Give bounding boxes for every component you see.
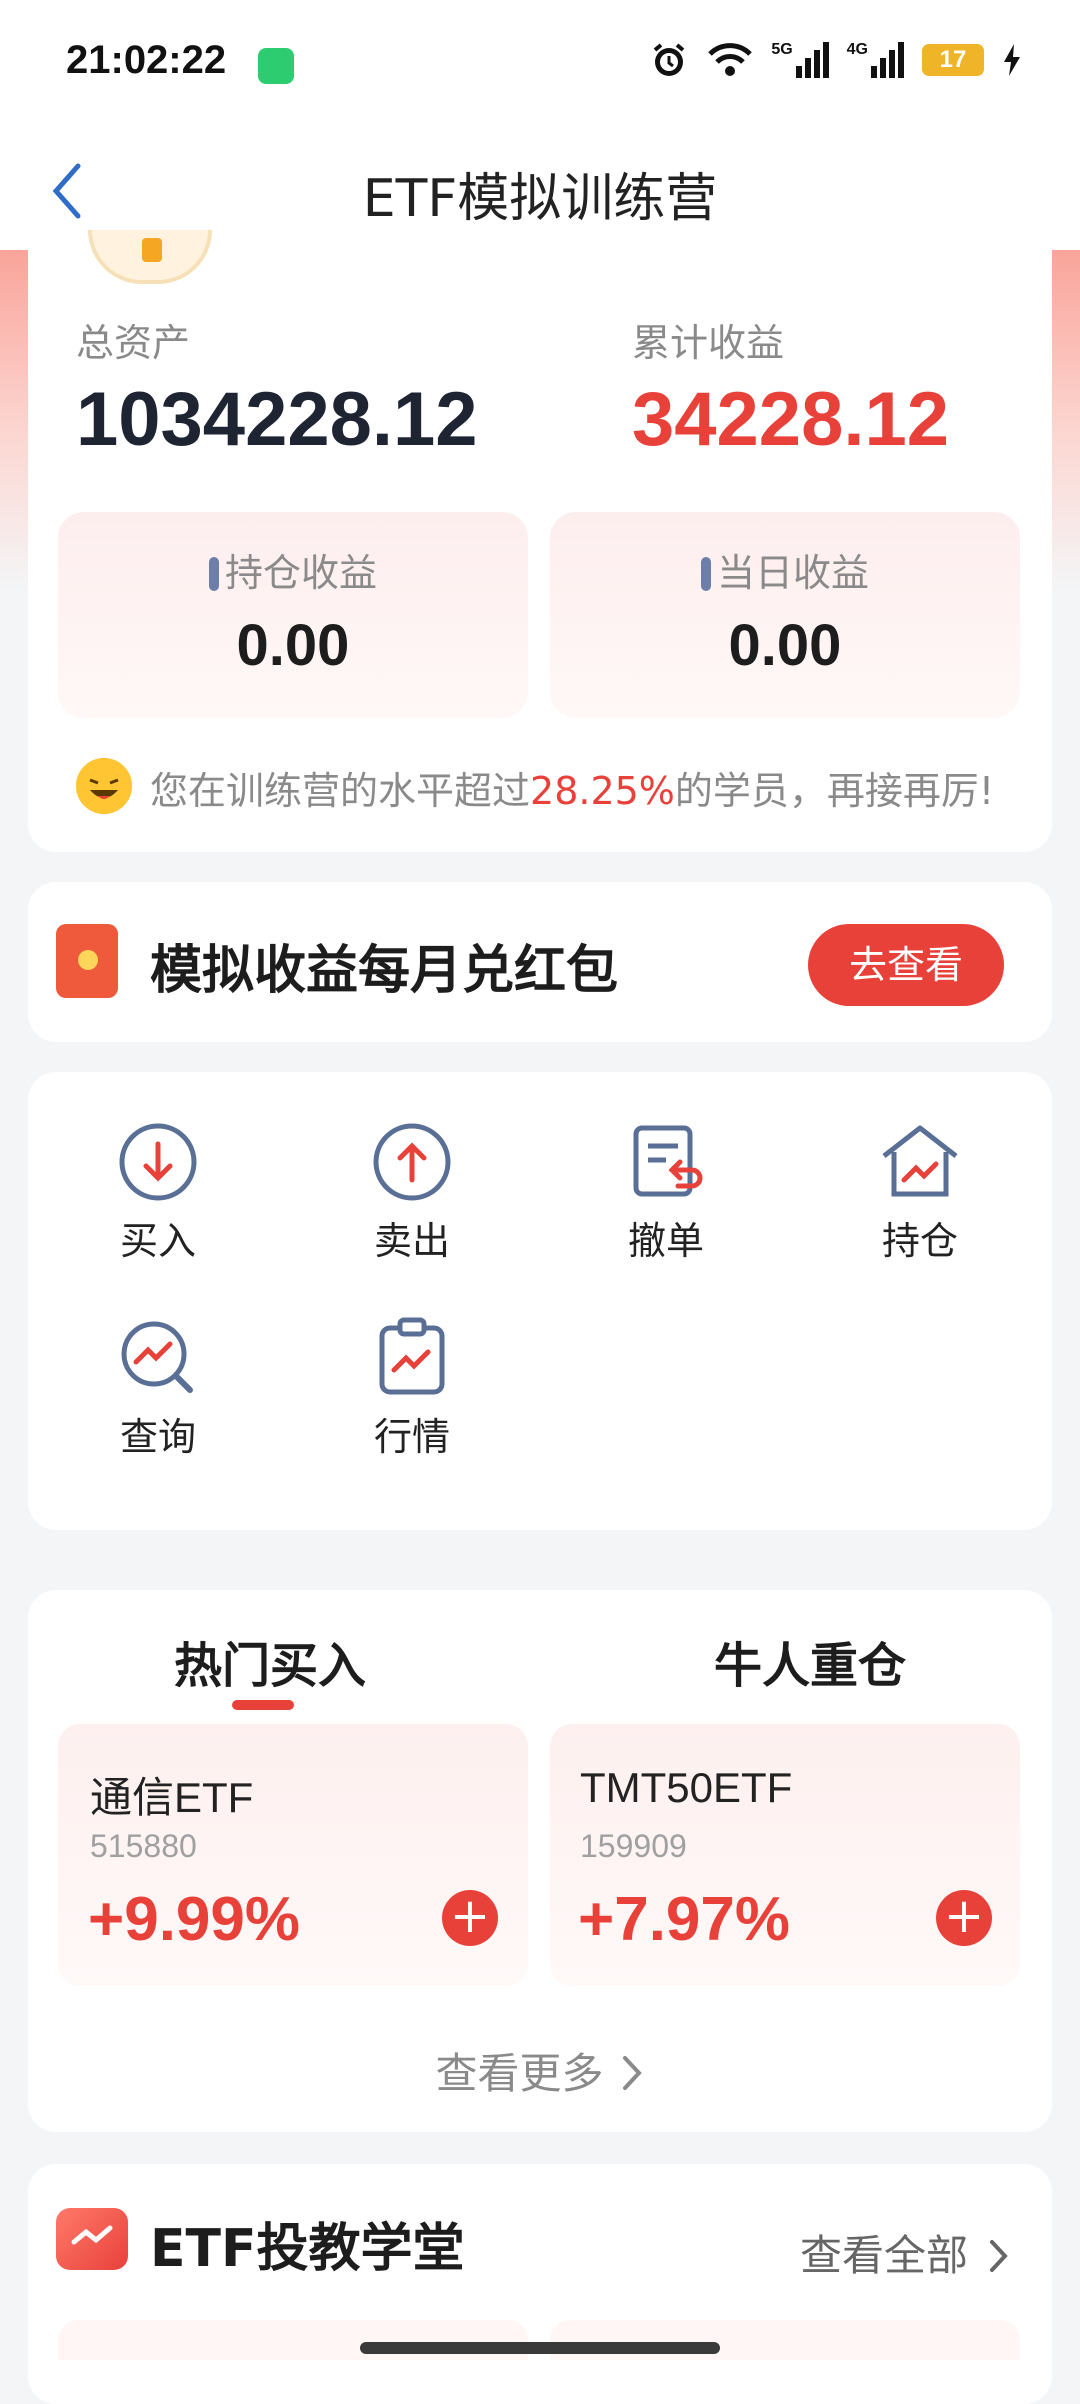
action-buy-label: 买入 bbox=[119, 1219, 196, 1263]
chevron-right-icon bbox=[622, 2056, 642, 2090]
alarm-icon bbox=[654, 43, 685, 76]
action-holdings-label: 持仓 bbox=[881, 1219, 958, 1263]
action-cancel-order[interactable]: 撤单 bbox=[566, 1120, 766, 1265]
rank-suffix: 的学员，再接再厉! bbox=[674, 769, 995, 813]
lesson-card[interactable] bbox=[550, 2320, 1020, 2360]
status-bar: 21:02:22 5G 4G 17 bbox=[0, 0, 1080, 130]
holding-profit-value: 0.00 bbox=[236, 613, 350, 678]
lesson-card[interactable] bbox=[58, 2320, 528, 2360]
rank-percent: 28.25% bbox=[530, 769, 675, 813]
sell-icon bbox=[373, 1123, 451, 1201]
tab-top-holdings[interactable]: 牛人重仓 bbox=[714, 1626, 906, 1696]
action-market[interactable]: 行情 bbox=[312, 1316, 512, 1461]
daily-profit-label-text: 当日收益 bbox=[716, 551, 869, 595]
add-icon[interactable]: + bbox=[936, 1890, 992, 1946]
action-sell[interactable]: 卖出 bbox=[312, 1120, 512, 1265]
market-icon bbox=[379, 1317, 445, 1395]
action-holdings[interactable]: 持仓 bbox=[820, 1120, 1020, 1265]
tab-active-indicator bbox=[232, 1700, 294, 1710]
action-cancel-order-label: 撤单 bbox=[627, 1219, 704, 1263]
holding-profit-label: 持仓收益 bbox=[58, 542, 528, 597]
view-all-link[interactable]: 查看全部 bbox=[800, 2222, 1011, 2283]
school-icon bbox=[56, 2208, 128, 2270]
fund-change: +9.99% bbox=[88, 1885, 301, 1954]
charging-icon bbox=[1004, 44, 1020, 76]
cancel-order-icon bbox=[633, 1125, 703, 1197]
fund-name: 通信ETF bbox=[90, 1774, 254, 1821]
total-asset-value: 1034228.12 bbox=[76, 377, 478, 462]
action-sell-label: 卖出 bbox=[373, 1219, 450, 1263]
page-title: ETF模拟训练营 bbox=[362, 169, 718, 229]
action-query-label: 查询 bbox=[119, 1415, 196, 1459]
etf-school-card bbox=[28, 2164, 1052, 2404]
holding-profit-label-text: 持仓收益 bbox=[224, 551, 377, 595]
promo-text: 模拟收益每月兑红包 bbox=[150, 941, 619, 1001]
status-icons: 5G 4G 17 bbox=[649, 40, 1022, 80]
home-indicator[interactable] bbox=[360, 2342, 720, 2354]
view-more-link[interactable]: 查看更多 bbox=[0, 2040, 1080, 2101]
status-time: 21:02:22 bbox=[66, 38, 227, 82]
school-title: ETF投教学堂 bbox=[150, 2219, 465, 2279]
red-envelope-icon bbox=[56, 924, 118, 998]
view-more-label: 查看更多 bbox=[435, 2049, 604, 2098]
wifi-icon bbox=[708, 43, 753, 76]
signal-5g-label: 5G bbox=[771, 41, 793, 58]
action-buy[interactable]: 买入 bbox=[58, 1120, 258, 1265]
buy-icon bbox=[119, 1123, 197, 1201]
add-icon[interactable]: + bbox=[442, 1890, 498, 1946]
action-query[interactable]: 查询 bbox=[58, 1316, 258, 1461]
rank-text: 您在训练营的水平超过28.25%的学员，再接再厉! bbox=[150, 760, 994, 815]
holding-profit-box: 持仓收益 0.00 bbox=[58, 512, 528, 718]
holdings-icon bbox=[882, 1125, 958, 1197]
signal-4g-icon: 4G bbox=[847, 42, 904, 78]
fund-code: 515880 bbox=[90, 1828, 197, 1864]
chevron-right-icon bbox=[990, 2240, 1009, 2272]
fund-card[interactable]: TMT50ETF 159909 +7.97% + bbox=[550, 1724, 1020, 1986]
smile-emoji-icon bbox=[76, 758, 132, 814]
cumulative-profit-value: 34228.12 bbox=[632, 377, 949, 462]
total-asset-label: 总资产 bbox=[76, 321, 191, 365]
view-all-label: 查看全部 bbox=[800, 2231, 969, 2280]
daily-profit-box: 当日收益 0.00 bbox=[550, 512, 1020, 718]
tab-hot-buy[interactable]: 热门买入 bbox=[174, 1626, 366, 1696]
battery-icon: 17 bbox=[922, 44, 984, 76]
signal-5g-icon: 5G bbox=[771, 41, 829, 78]
rank-prefix: 您在训练营的水平超过 bbox=[150, 769, 531, 813]
fund-code: 159909 bbox=[580, 1828, 687, 1864]
daily-profit-label: 当日收益 bbox=[550, 542, 1020, 597]
action-market-label: 行情 bbox=[373, 1415, 450, 1459]
go-view-button[interactable]: 去查看 bbox=[808, 924, 1004, 1006]
fund-card[interactable]: 通信ETF 515880 +9.99% + bbox=[58, 1724, 528, 1986]
query-icon bbox=[121, 1321, 193, 1393]
cumulative-profit-label: 累计收益 bbox=[632, 321, 785, 365]
app-notification-icon bbox=[258, 48, 294, 84]
fund-name: TMT50ETF bbox=[580, 1764, 793, 1811]
signal-4g-label: 4G bbox=[846, 41, 868, 58]
daily-profit-value: 0.00 bbox=[728, 613, 842, 678]
fund-change: +7.97% bbox=[578, 1885, 791, 1954]
